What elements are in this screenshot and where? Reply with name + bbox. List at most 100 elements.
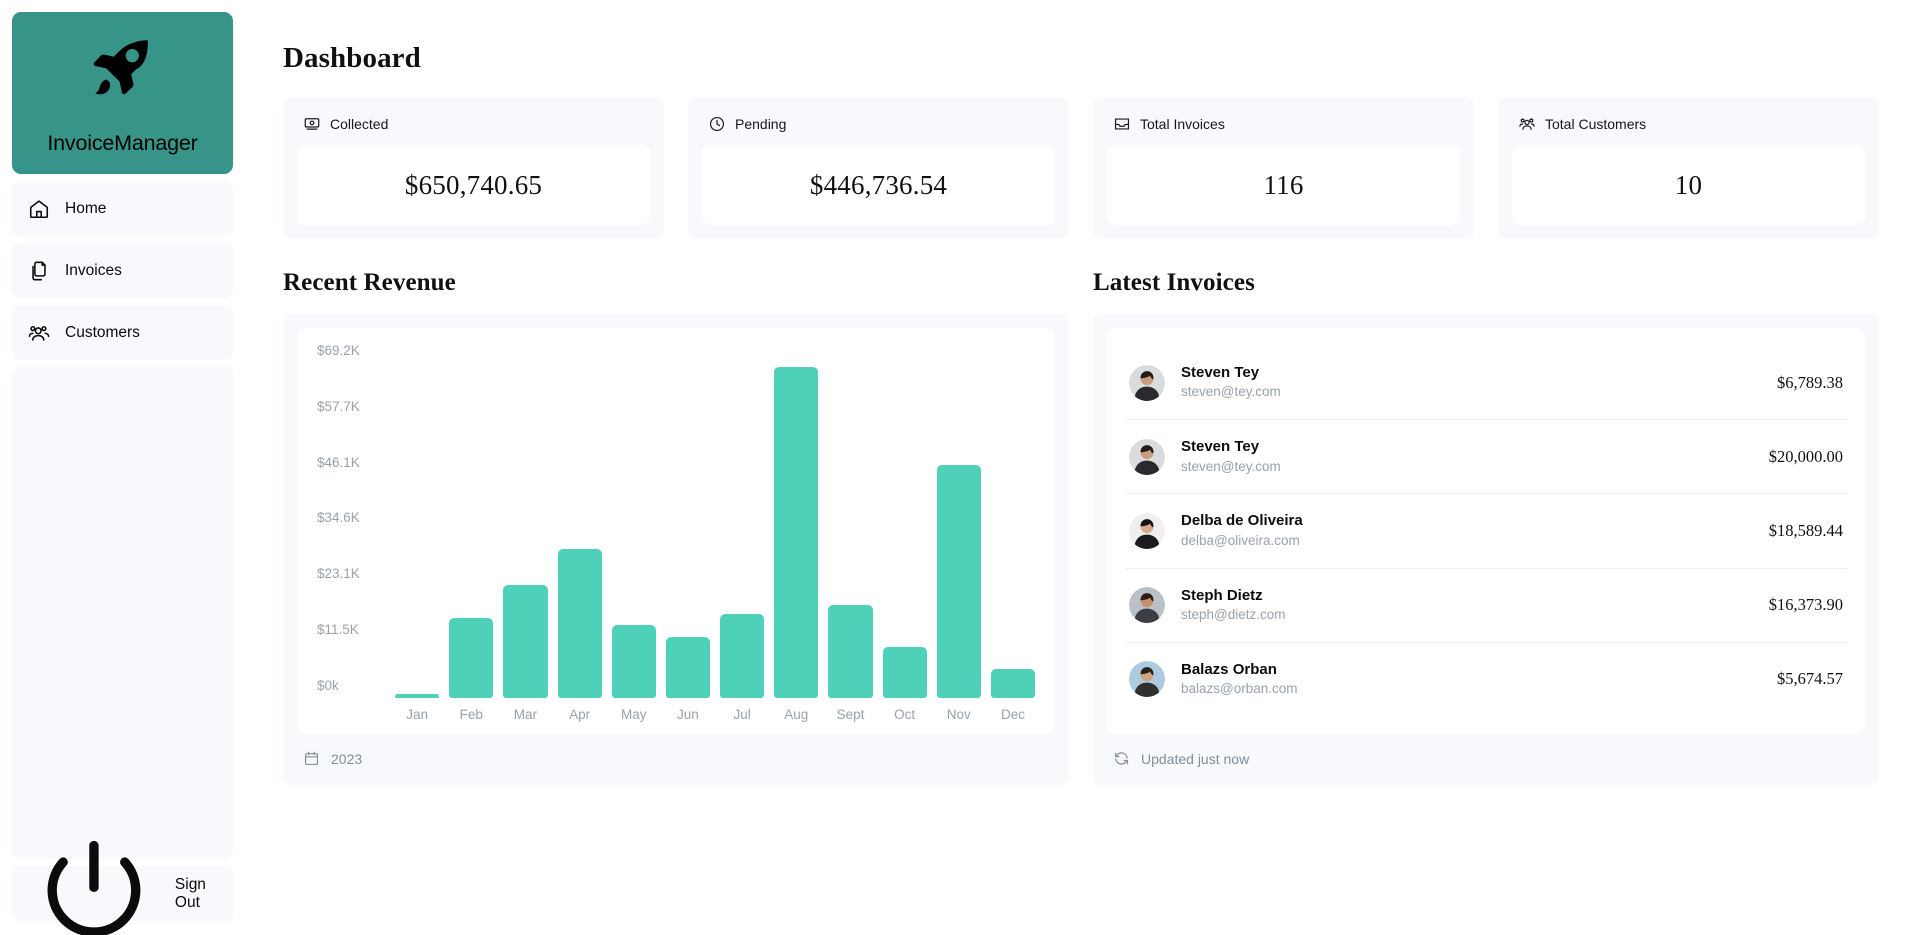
sidebar-item-invoices-label: Invoices	[65, 261, 122, 279]
rocket-icon	[93, 40, 148, 95]
chart-y-tick: $57.7K	[317, 398, 360, 414]
chart-x-tick: Jan	[406, 707, 428, 722]
invoice-customer-email: steven@tey.com	[1181, 458, 1281, 474]
chart-x-tick: May	[621, 707, 647, 722]
invoice-customer-email: steph@dietz.com	[1181, 606, 1286, 622]
avatar-steven-tey	[1129, 364, 1165, 401]
stat-card-header: Total Invoices	[1107, 111, 1460, 145]
invoice-customer-email: steven@tey.com	[1181, 384, 1281, 400]
chart-y-tick: $11.5K	[317, 621, 359, 637]
chart-bar[interactable]	[665, 637, 711, 698]
invoice-amount: $16,373.90	[1768, 595, 1843, 615]
sidebar-spacer	[12, 367, 233, 859]
invoice-row[interactable]: Balazs Orban balazs@orban.com $5,674.57	[1125, 641, 1847, 716]
chart-bar[interactable]	[882, 646, 927, 698]
page-title: Dashboard	[283, 42, 421, 74]
stat-card-title: Total Invoices	[1140, 116, 1225, 132]
invoice-customer: Steven Tey steven@tey.com	[1181, 363, 1761, 402]
chart-x-tick: Dec	[1000, 707, 1025, 722]
stat-card-value-box: 10	[1512, 145, 1865, 225]
invoice-amount: $5,674.57	[1777, 669, 1843, 689]
stat-card-total-invoices: Total Invoices 116	[1093, 97, 1474, 239]
app-root: InvoiceManager Home Invoices Customers S…	[0, 0, 1917, 935]
invoice-customer-name: Delba de Oliveira	[1181, 512, 1303, 530]
invoice-row[interactable]: Steven Tey steven@tey.com $20,000.00	[1125, 419, 1847, 493]
stats-grid: Collected $650,740.65 Pending $446,736.5…	[283, 97, 1879, 239]
sign-out-label: Sign Out	[174, 875, 206, 911]
invoice-customer-name: Balazs Orban	[1181, 660, 1277, 678]
latest-invoices-section: Latest Invoices Steven Tey steven@tey.com…	[1093, 269, 1879, 785]
chart-x-tick: Nov	[946, 707, 971, 722]
sidebar-item-home[interactable]: Home	[12, 181, 233, 236]
sidebar: InvoiceManager Home Invoices Customers S…	[0, 0, 245, 935]
stat-card-title: Pending	[735, 116, 787, 132]
invoice-customer-email: balazs@orban.com	[1181, 680, 1298, 696]
lower-grid: Recent Revenue $69.2K $57.7K $46.1K $34.6K $…	[283, 269, 1879, 785]
stat-card-pending: Pending $446,736.54	[688, 97, 1069, 239]
sidebar-item-customers[interactable]: Customers	[12, 305, 233, 360]
brand-name: InvoiceManager	[47, 130, 198, 155]
chart-y-tick: $69.2K	[317, 343, 360, 358]
latest-invoices-title: Latest Invoices	[1093, 269, 1255, 296]
revenue-bar-chart: $69.2K $57.7K $46.1K $34.6K $23.1K $11.5K $0k …	[297, 328, 1055, 734]
power-icon	[47, 840, 141, 935]
chart-bar[interactable]	[774, 367, 819, 698]
stat-card-value: $446,736.54	[809, 169, 948, 200]
invoice-list: Steven Tey steven@tey.com $6,789.38 Steven …	[1107, 328, 1865, 734]
stat-card-value-box: $446,736.54	[702, 145, 1055, 225]
chart-bar[interactable]	[611, 624, 656, 698]
recent-revenue-panel: $69.2K $57.7K $46.1K $34.6K $23.1K $11.5K $0k …	[283, 314, 1069, 785]
chart-bar[interactable]	[503, 585, 548, 698]
calendar-icon	[304, 751, 319, 766]
main-content: Dashboard Collected $650,740.65 Pending …	[245, 0, 1917, 935]
chart-x-tick: Oct	[894, 707, 916, 722]
invoices-footer: Updated just now	[1107, 734, 1865, 771]
invoice-customer: Delba de Oliveira delba@oliveira.com	[1181, 511, 1753, 550]
chart-y-axis: $69.2K $57.7K $46.1K $34.6K $23.1K $11.5K $0k	[317, 344, 395, 692]
invoice-row[interactable]: Delba de Oliveira delba@oliveira.com $18,5…	[1125, 493, 1847, 567]
stat-card-header: Collected	[297, 111, 650, 145]
chart-x-tick: Feb	[459, 707, 483, 722]
avatar-steph-dietz	[1129, 587, 1165, 624]
chart-x-tick: Jun	[677, 707, 699, 722]
revenue-footer-label: 2023	[331, 750, 363, 767]
chart-bar[interactable]	[557, 548, 602, 698]
invoice-customer: Steven Tey steven@tey.com	[1181, 437, 1753, 476]
invoice-customer-name: Steven Tey	[1181, 364, 1260, 382]
sidebar-item-customers-label: Customers	[65, 323, 140, 341]
invoice-row[interactable]: Steven Tey steven@tey.com $6,789.38	[1125, 346, 1847, 419]
chart-x-tick: Mar	[513, 707, 538, 722]
chart-bar[interactable]	[936, 464, 981, 698]
chart-y-tick: $23.1K	[317, 566, 360, 581]
avatar-delba-de-oliveira	[1129, 512, 1165, 549]
chart-bar[interactable]	[720, 614, 765, 698]
chart-y-tick: $46.1K	[317, 454, 360, 470]
avatar-balazs-orban	[1129, 661, 1165, 698]
brand-logo-block[interactable]: InvoiceManager	[12, 12, 233, 174]
stat-card-value: 10	[1674, 169, 1703, 200]
chart-x-axis: Jan Feb Mar Apr May Jun Jul Aug Sept Oct Nov Dec	[395, 698, 1035, 726]
chart-bar[interactable]	[449, 618, 494, 698]
invoice-amount: $18,589.44	[1768, 520, 1843, 540]
stat-card-value: $650,740.65	[404, 169, 543, 200]
chart-bar[interactable]	[828, 604, 873, 698]
invoice-amount: $6,789.38	[1777, 372, 1843, 392]
user-group-icon	[1519, 118, 1535, 130]
banknotes-icon	[304, 118, 320, 130]
chart-bar[interactable]	[990, 669, 1036, 698]
stat-card-title: Total Customers	[1545, 116, 1647, 132]
sidebar-item-invoices[interactable]: Invoices	[12, 243, 233, 298]
stat-card-header: Total Customers	[1512, 111, 1865, 145]
avatar-steven-tey	[1129, 438, 1165, 475]
chart-bars	[395, 350, 1036, 698]
chart-y-tick: $34.6K	[317, 510, 360, 526]
stat-card-value-box: $650,740.65	[297, 145, 650, 225]
latest-invoices-panel: Steven Tey steven@tey.com $6,789.38 Steven …	[1093, 314, 1879, 785]
invoice-row[interactable]: Steph Dietz steph@dietz.com $16,373.90	[1125, 567, 1847, 642]
invoices-footer-label: Updated just now	[1141, 750, 1250, 767]
invoice-customer-name: Steven Tey	[1181, 438, 1260, 456]
stat-card-value: 116	[1263, 169, 1304, 200]
stat-card-total-customers: Total Customers 10	[1498, 97, 1879, 239]
sign-out-button[interactable]: Sign Out	[12, 840, 233, 935]
chart-x-tick: Aug	[784, 707, 809, 722]
